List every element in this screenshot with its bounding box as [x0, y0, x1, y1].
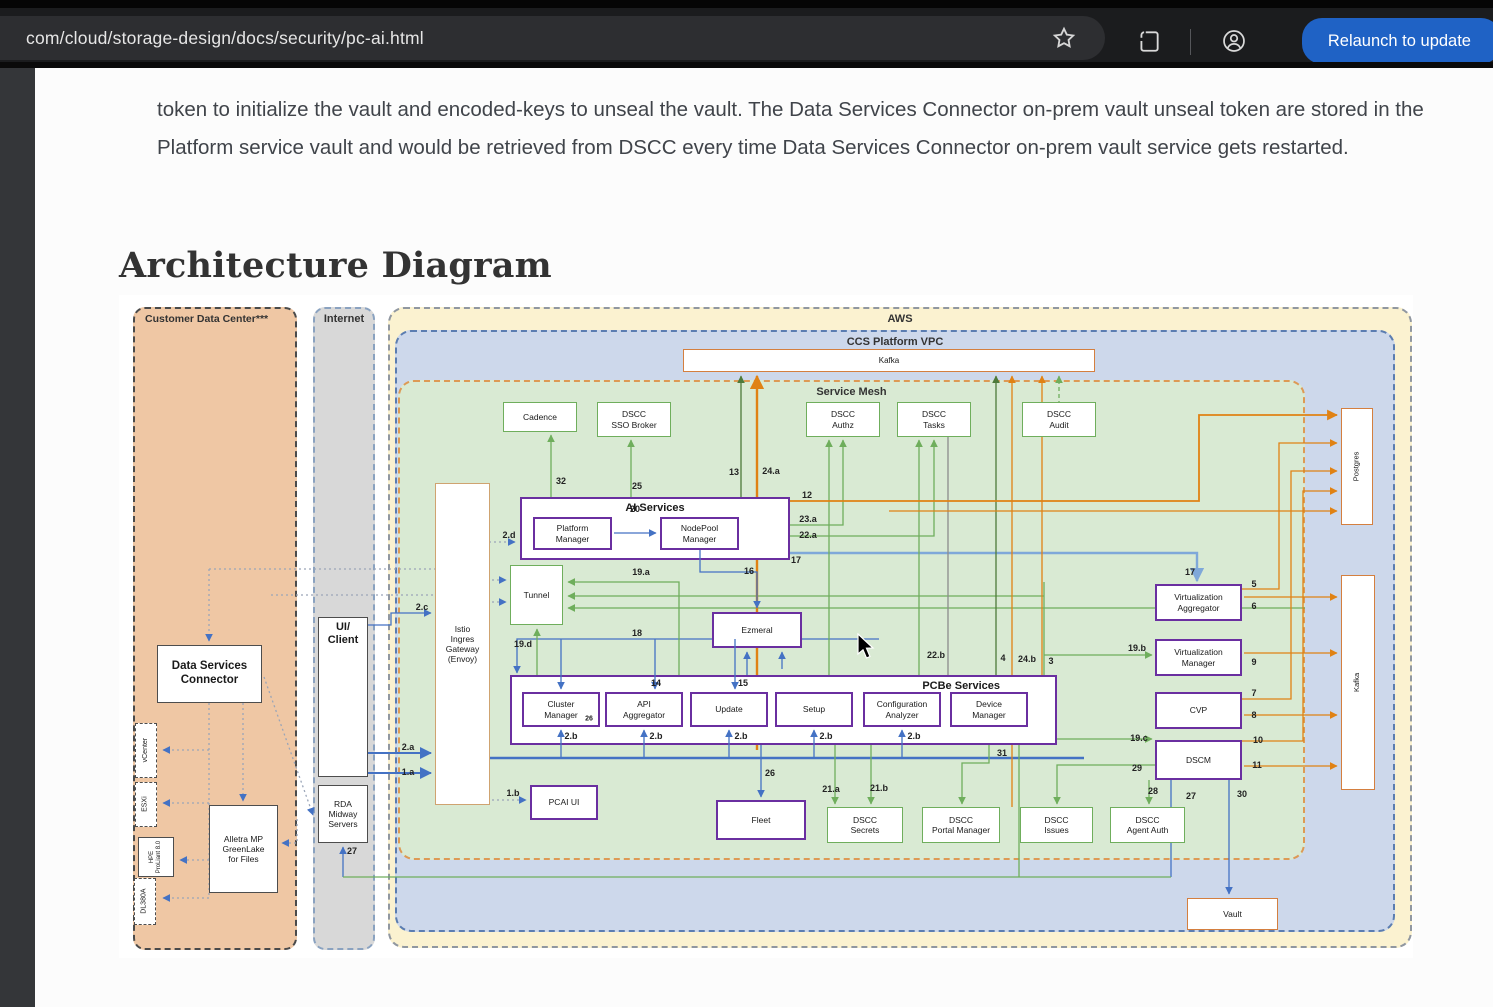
connector-label-5: 5 — [1251, 579, 1256, 589]
connector-label-25: 25 — [632, 481, 642, 491]
connector-label-19.a: 19.a — [632, 567, 650, 577]
connector-label-13: 13 — [729, 467, 739, 477]
connector-label-22.a: 22.a — [799, 530, 817, 540]
connector-label-28: 28 — [1148, 786, 1158, 796]
connector-label-1.b: 1.b — [506, 788, 519, 798]
connector-label-10: 10 — [1253, 735, 1263, 745]
url-text: com/cloud/storage-design/docs/security/p… — [26, 28, 424, 49]
browser-toolbar: com/cloud/storage-design/docs/security/p… — [0, 8, 1493, 62]
extensions-icon[interactable] — [1136, 28, 1162, 54]
connector-label-11: 11 — [1252, 760, 1262, 770]
connector-label-19.c: 19.c — [1130, 733, 1148, 743]
connector-label-12: 12 — [802, 490, 812, 500]
connector-label-17: 17 — [791, 555, 801, 565]
connector-label-27: 27 — [1186, 791, 1196, 801]
connector-label-14: 14 — [651, 678, 661, 688]
architecture-diagram: Customer Data Center***InternetAWSCCS Pl… — [119, 295, 1413, 958]
relaunch-to-update-button[interactable]: Relaunch to update — [1302, 18, 1493, 64]
connector-label-31: 31 — [997, 748, 1007, 758]
connector-label-22.b: 22.b — [927, 650, 945, 660]
section-heading: Architecture Diagram — [119, 245, 552, 286]
connector-label-1.a: 1.a — [402, 767, 415, 777]
connector-label-24.a: 24.a — [762, 466, 780, 476]
connector-label-3: 3 — [1048, 656, 1053, 666]
connector-label-29: 29 — [1132, 763, 1142, 773]
connector-label-21.b: 21.b — [870, 783, 888, 793]
window-top-edge — [0, 0, 1493, 8]
connector-label-32: 32 — [556, 476, 566, 486]
connector-label-4: 4 — [1000, 653, 1005, 663]
connector-label-6: 6 — [1251, 601, 1256, 611]
left-window-strip — [0, 68, 35, 1007]
connector-label-8: 8 — [1251, 710, 1256, 720]
connector-label-20: 20 — [630, 504, 640, 514]
connector-lines-overlay — [119, 295, 1413, 958]
profile-icon[interactable] — [1221, 28, 1247, 54]
connector-label-16: 16 — [744, 566, 754, 576]
connector-label-9: 9 — [1251, 657, 1256, 667]
connector-label-18: 18 — [632, 628, 642, 638]
connector-label-2.b: 2.b — [564, 731, 577, 741]
connector-label-2.b: 2.b — [907, 731, 920, 741]
connector-label-23.a: 23.a — [799, 514, 817, 524]
mouse-cursor — [857, 633, 879, 659]
address-bar[interactable]: com/cloud/storage-design/docs/security/p… — [0, 16, 1105, 60]
body-paragraph: token to initialize the vault and encode… — [157, 91, 1435, 167]
connector-label-2.b: 2.b — [649, 731, 662, 741]
connector-label-15: 15 — [738, 678, 748, 688]
connector-label-17: 17 — [1185, 567, 1195, 577]
toolbar-separator — [1190, 29, 1191, 55]
bookmark-star-icon[interactable] — [1051, 25, 1077, 51]
connector-label-21.a: 21.a — [822, 784, 840, 794]
connector-label-2.d: 2.d — [502, 530, 515, 540]
connector-label-24.b: 24.b — [1018, 654, 1036, 664]
connector-label-2.a: 2.a — [402, 742, 415, 752]
connector-label-19.b: 19.b — [1128, 643, 1146, 653]
connector-label-27: 27 — [347, 846, 357, 856]
connector-label-7: 7 — [1251, 688, 1256, 698]
connector-label-26: 26 — [765, 768, 775, 778]
connector-label-30: 30 — [1237, 789, 1247, 799]
connector-label-26: 26 — [585, 716, 593, 723]
connector-label-19.d: 19.d — [514, 639, 532, 649]
connector-label-2.c: 2.c — [416, 602, 429, 612]
connector-label-2.b: 2.b — [734, 731, 747, 741]
connector-label-2.b: 2.b — [819, 731, 832, 741]
